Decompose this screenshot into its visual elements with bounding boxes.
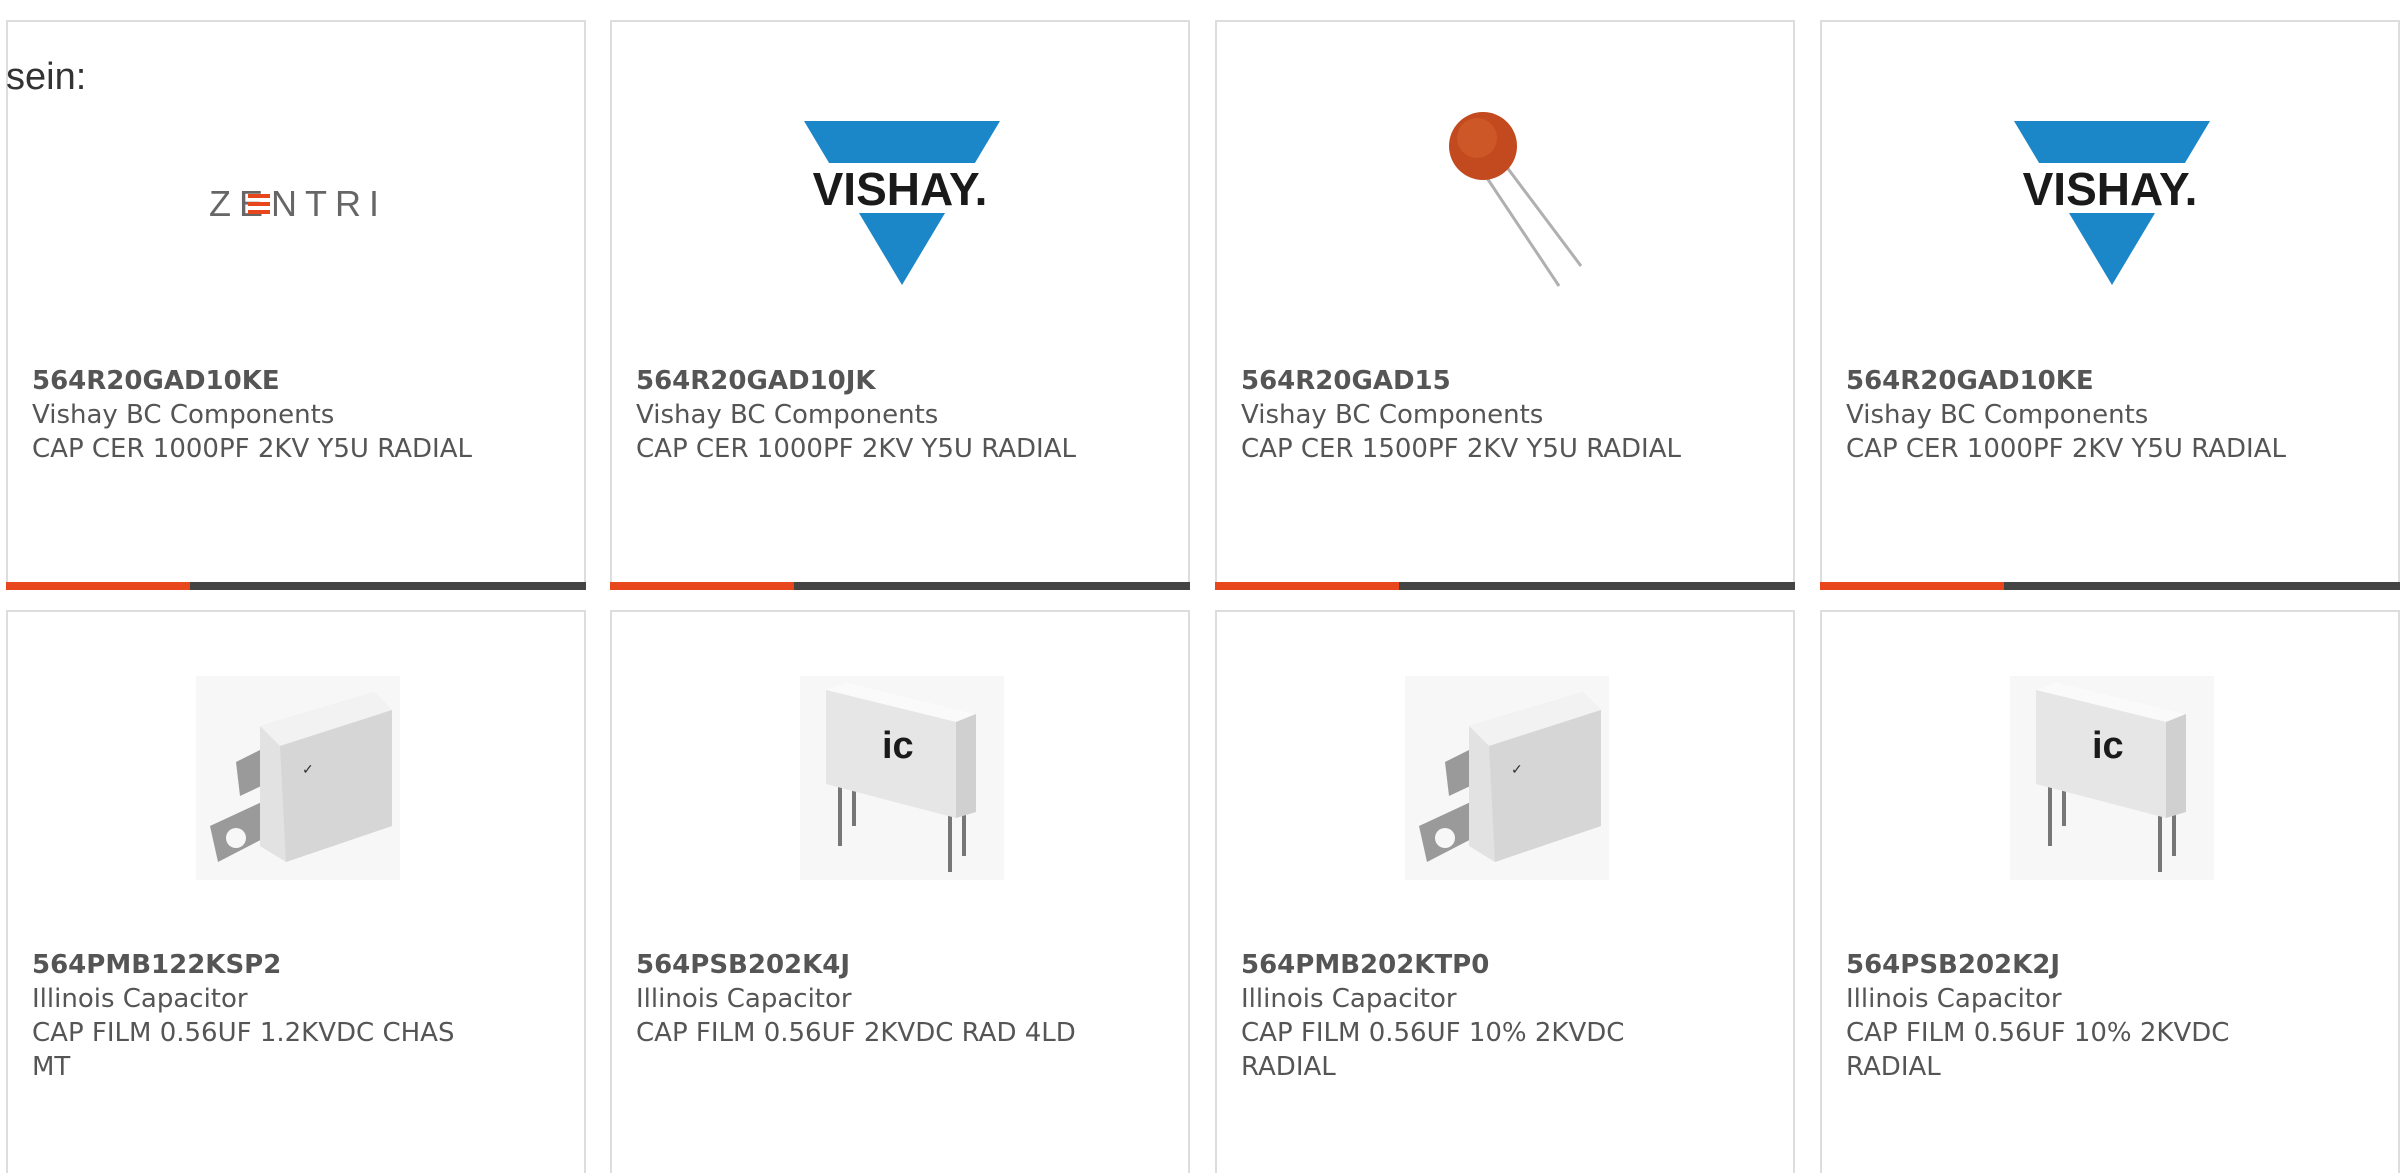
product-image-radial-film-capacitor: ic bbox=[2010, 676, 2214, 880]
product-description: CAP CER 1000PF 2KV Y5U RADIAL bbox=[32, 434, 472, 464]
part-number-link[interactable]: 564PMB202KTP0 bbox=[1241, 948, 1761, 982]
manufacturer-name: Illinois Capacitor bbox=[636, 984, 852, 1014]
card-footer-bar bbox=[6, 582, 586, 590]
product-grid-page: sein: ZENTRI 564R20GAD10KE Vishay BC Com… bbox=[0, 0, 2400, 1173]
manufacturer-name: Vishay BC Components bbox=[1241, 400, 1544, 430]
part-number-link[interactable]: 564R20GAD10KE bbox=[1846, 364, 2366, 398]
product-info: 564R20GAD15 Vishay BC Components CAP CER… bbox=[1241, 364, 1761, 466]
part-number-link[interactable]: 564R20GAD10JK bbox=[636, 364, 1156, 398]
product-image-zentri-logo: ZENTRI bbox=[196, 102, 400, 306]
product-description: CAP FILM 0.56UF 10% 2KVDC RADIAL bbox=[1241, 1018, 1625, 1082]
manufacturer-name: Vishay BC Components bbox=[1846, 400, 2149, 430]
ic-logo-text: ic bbox=[882, 725, 914, 767]
svg-text:✓: ✓ bbox=[1511, 761, 1523, 777]
product-card[interactable]: 564R20GAD15 Vishay BC Components CAP CER… bbox=[1215, 20, 1795, 590]
zentri-logo-text: ZENTRI bbox=[209, 183, 387, 224]
product-image-chassis-mount-film-capacitor: ✓ bbox=[1405, 676, 1609, 880]
manufacturer-name: Illinois Capacitor bbox=[1846, 984, 2062, 1014]
product-card[interactable]: ic 564PSB202K4J Illinois Capacitor CAP F… bbox=[610, 610, 1190, 1173]
part-number-link[interactable]: 564R20GAD15 bbox=[1241, 364, 1761, 398]
manufacturer-name: Illinois Capacitor bbox=[1241, 984, 1457, 1014]
product-card[interactable]: ic 564PSB202K2J Illinois Capacitor CAP F… bbox=[1820, 610, 2400, 1173]
product-card[interactable]: ✓ 564PMB202KTP0 Illinois Capacitor CAP F… bbox=[1215, 610, 1795, 1173]
product-image-ceramic-disc-capacitor bbox=[1405, 102, 1609, 306]
part-number-link[interactable]: 564PSB202K4J bbox=[636, 948, 1156, 982]
product-description: CAP FILM 0.56UF 1.2KVDC CHAS MT bbox=[32, 1018, 455, 1082]
product-card[interactable]: ✓ 564PMB122KSP2 Illinois Capacitor CAP F… bbox=[6, 610, 586, 1173]
card-footer-bar bbox=[1215, 582, 1795, 590]
product-image-radial-film-capacitor: ic bbox=[800, 676, 1004, 880]
product-image-chassis-mount-film-capacitor: ✓ bbox=[196, 676, 400, 880]
vishay-logo-text: VISHAY. bbox=[2023, 163, 2198, 215]
part-number-link[interactable]: 564R20GAD10KE bbox=[32, 364, 552, 398]
product-description: CAP CER 1000PF 2KV Y5U RADIAL bbox=[636, 434, 1076, 464]
svg-text:✓: ✓ bbox=[302, 761, 314, 777]
part-number-link[interactable]: 564PSB202K2J bbox=[1846, 948, 2366, 982]
card-footer-bar bbox=[610, 582, 1190, 590]
intro-text: sein: bbox=[6, 56, 87, 98]
product-description: CAP CER 1000PF 2KV Y5U RADIAL bbox=[1846, 434, 2286, 464]
product-description: CAP FILM 0.56UF 10% 2KVDC RADIAL bbox=[1846, 1018, 2230, 1082]
manufacturer-name: Vishay BC Components bbox=[32, 400, 335, 430]
part-number-link[interactable]: 564PMB122KSP2 bbox=[32, 948, 552, 982]
product-image-vishay-logo: VISHAY. bbox=[2010, 102, 2214, 306]
product-info: 564R20GAD10KE Vishay BC Components CAP C… bbox=[32, 364, 552, 466]
product-image-vishay-logo: VISHAY. bbox=[800, 102, 1004, 306]
product-info: 564R20GAD10KE Vishay BC Components CAP C… bbox=[1846, 364, 2366, 466]
product-description: CAP FILM 0.56UF 2KVDC RAD 4LD bbox=[636, 1018, 1076, 1048]
card-footer-bar bbox=[1820, 582, 2400, 590]
manufacturer-name: Vishay BC Components bbox=[636, 400, 939, 430]
product-info: 564PMB202KTP0 Illinois Capacitor CAP FIL… bbox=[1241, 948, 1761, 1084]
product-card[interactable]: VISHAY. 564R20GAD10KE Vishay BC Componen… bbox=[1820, 20, 2400, 590]
ic-logo-text: ic bbox=[2092, 725, 2124, 767]
product-info: 564PSB202K4J Illinois Capacitor CAP FILM… bbox=[636, 948, 1156, 1050]
product-card[interactable]: VISHAY. 564R20GAD10JK Vishay BC Componen… bbox=[610, 20, 1190, 590]
product-info: 564PMB122KSP2 Illinois Capacitor CAP FIL… bbox=[32, 948, 552, 1084]
product-info: 564R20GAD10JK Vishay BC Components CAP C… bbox=[636, 364, 1156, 466]
product-info: 564PSB202K2J Illinois Capacitor CAP FILM… bbox=[1846, 948, 2366, 1084]
product-description: CAP CER 1500PF 2KV Y5U RADIAL bbox=[1241, 434, 1681, 464]
vishay-logo-text: VISHAY. bbox=[813, 163, 988, 215]
manufacturer-name: Illinois Capacitor bbox=[32, 984, 248, 1014]
product-card[interactable]: ZENTRI 564R20GAD10KE Vishay BC Component… bbox=[6, 20, 586, 590]
